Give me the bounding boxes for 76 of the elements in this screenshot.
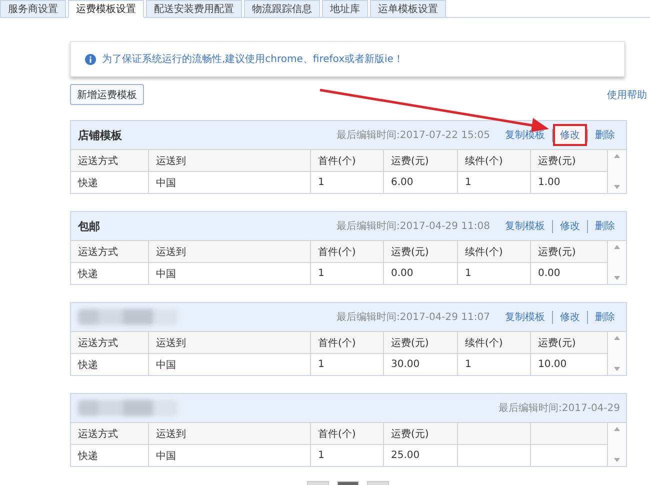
column-header: 首件(个) — [311, 331, 384, 353]
column-header: 运送到 — [149, 422, 311, 444]
template-title: 包邮 — [78, 218, 100, 234]
table-cell: 中国 — [149, 171, 311, 193]
table-cell: 1 — [311, 444, 384, 466]
action-link[interactable]: 删除 — [590, 217, 620, 235]
table-cell: 中国 — [149, 444, 311, 466]
column-header: 运费(元) — [384, 331, 458, 353]
table-cell: 1 — [311, 262, 384, 284]
tab[interactable]: 服务商设置 — [0, 0, 66, 17]
action-link[interactable]: 删除 — [590, 126, 620, 144]
table-cell: 快递 — [71, 353, 149, 375]
notice-text: 为了保证系统运行的流畅性,建议使用chrome、firefox或者新版ie！ — [102, 52, 404, 66]
edit-time: 最后编辑时间:2017-04-29 — [498, 402, 620, 415]
column-header: 运送到 — [149, 240, 311, 262]
edit-time: 最后编辑时间:2017-04-29 11:07 — [336, 310, 490, 324]
column-header: 首件(个) — [311, 240, 384, 262]
column-header: 运送方式 — [71, 240, 149, 262]
column-header: 运送方式 — [71, 149, 149, 171]
column-header: 运送到 — [149, 149, 311, 171]
table-cell: 1 — [458, 171, 531, 193]
column-header: 运费(元) — [531, 240, 608, 262]
table-cell: 中国 — [149, 262, 311, 284]
scroll-down-icon[interactable] — [614, 185, 620, 189]
template-title: 店铺模板 — [78, 128, 122, 142]
table-cell: 1 — [458, 353, 531, 375]
column-header: 续件(个) — [458, 240, 531, 262]
table-cell: 1 — [311, 171, 384, 193]
scroll-up-icon[interactable] — [614, 245, 620, 249]
action-link[interactable]: 修改 — [555, 217, 585, 235]
tab[interactable]: 配送安装费用配置 — [146, 0, 242, 17]
column-header: 运费(元) — [384, 149, 458, 171]
table-cell: 快递 — [71, 171, 149, 193]
info-icon — [85, 54, 96, 64]
edit-time: 最后编辑时间:2017-07-22 15:05 — [336, 128, 490, 142]
table-cell: 0.00 — [531, 262, 608, 284]
table-cell: 快递 — [71, 262, 149, 284]
column-header: 首件(个) — [311, 422, 384, 444]
column-header: 运送到 — [149, 331, 311, 353]
tab[interactable]: 运单模板设置 — [370, 0, 446, 17]
action-link[interactable]: 复制模板 — [500, 308, 550, 326]
scroll-down-icon[interactable] — [614, 367, 620, 371]
table-cell: 6.00 — [384, 171, 458, 193]
table-cell: 中国 — [149, 353, 311, 375]
tab[interactable]: 物流跟踪信息 — [244, 0, 320, 17]
scroll-up-icon[interactable] — [614, 154, 620, 158]
action-link[interactable]: 复制模板 — [500, 217, 550, 235]
edit-time: 最后编辑时间:2017-04-29 11:08 — [336, 220, 490, 233]
scroll-up-icon[interactable] — [614, 336, 620, 340]
column-header: 首件(个) — [311, 149, 384, 171]
table-cell: 1.00 — [531, 171, 608, 193]
action-link[interactable]: 修改 — [555, 308, 585, 326]
column-header: 续件(个) — [458, 149, 531, 171]
column-header: 续件(个) — [458, 331, 531, 353]
column-header: 运费(元) — [531, 149, 608, 171]
column-header: 运费(元) — [384, 240, 458, 262]
table-cell: 25.00 — [384, 444, 458, 466]
help-link[interactable]: 使用帮助 — [607, 88, 647, 102]
table-cell: 30.00 — [384, 353, 458, 375]
column-header: 运送方式 — [71, 331, 149, 353]
action-link[interactable]: 删除 — [590, 308, 620, 326]
scroll-up-icon[interactable] — [614, 427, 620, 431]
tab[interactable]: 运费模板设置 — [68, 0, 144, 18]
action-link[interactable]: 修改 — [555, 126, 585, 144]
add-template-button[interactable]: 新增运费模板 — [70, 84, 144, 105]
table-cell: 1 — [311, 353, 384, 375]
column-header: 运费(元) — [384, 422, 458, 444]
tab[interactable]: 地址库 — [322, 0, 368, 17]
column-header: 运费(元) — [531, 331, 608, 353]
scroll-down-icon[interactable] — [614, 458, 620, 462]
scroll-down-icon[interactable] — [614, 276, 620, 280]
table-cell: 0.00 — [384, 262, 458, 284]
table-cell: 快递 — [71, 444, 149, 466]
column-header: 运送方式 — [71, 422, 149, 444]
table-cell: 1 — [458, 262, 531, 284]
table-cell: 10.00 — [531, 353, 608, 375]
